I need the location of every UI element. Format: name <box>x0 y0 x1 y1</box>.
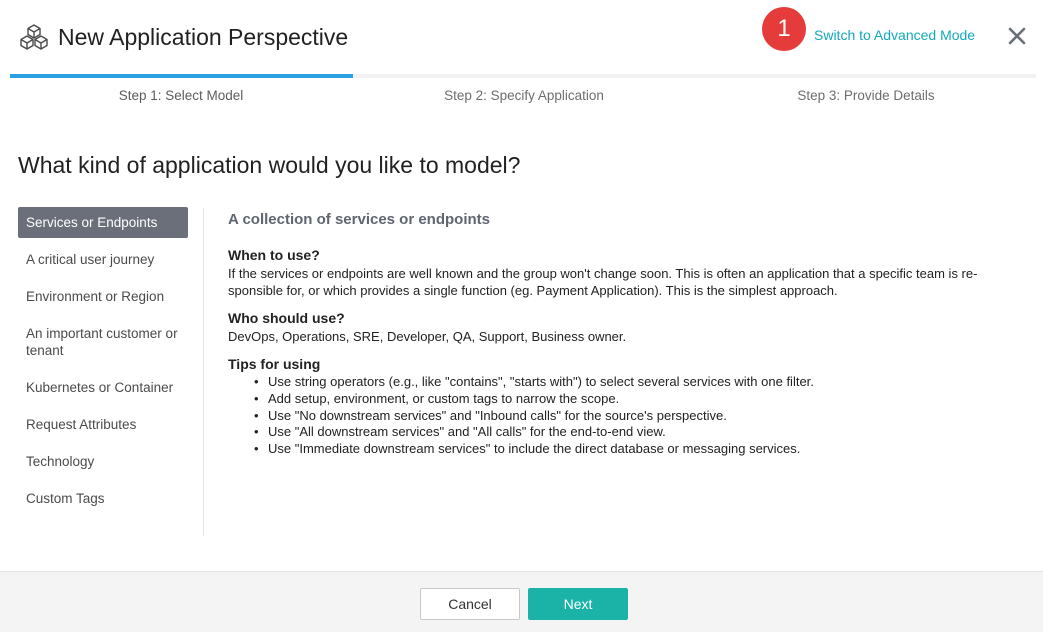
tip-item: Use "All downstream services" and "All c… <box>254 424 1028 441</box>
close-icon[interactable] <box>1005 24 1029 48</box>
wizard-progress-active <box>10 74 353 78</box>
nav-item-critical-user-journey[interactable]: A critical user journey <box>18 244 188 275</box>
nav-divider <box>203 208 204 536</box>
nav-item-custom-tags[interactable]: Custom Tags <box>18 483 188 514</box>
nav-item-technology[interactable]: Technology <box>18 446 188 477</box>
who-should-use-title: Who should use? <box>228 310 345 326</box>
when-to-use-title: When to use? <box>228 247 320 263</box>
next-button[interactable]: Next <box>528 588 628 620</box>
nav-item-environment-or-region[interactable]: Environment or Region <box>18 281 188 312</box>
tips-title: Tips for using <box>228 356 321 372</box>
nav-item-services-or-endpoints[interactable]: Services or Endpoints <box>18 207 188 238</box>
switch-advanced-mode-link[interactable]: Switch to Advanced Mode <box>814 26 975 44</box>
model-type-nav: Services or Endpoints A critical user jo… <box>18 207 188 520</box>
application-cubes-icon <box>20 24 48 50</box>
dialog-footer: Cancel Next <box>0 571 1043 632</box>
tip-item: Use string operators (e.g., like "contai… <box>254 374 1028 391</box>
step-2-label: Step 2: Specify Application <box>444 88 604 103</box>
description-heading: A collection of services or endpoints <box>228 211 491 228</box>
tip-item: Add setup, environment, or custom tags t… <box>254 391 1028 408</box>
step-number-badge: 1 <box>762 7 806 51</box>
when-to-use-text: If the services or endpoints are well kn… <box>228 266 978 298</box>
step-1-label: Step 1: Select Model <box>118 88 244 103</box>
nav-item-request-attributes[interactable]: Request Attributes <box>18 409 188 440</box>
who-should-use-text: DevOps, Operations, SRE, Developer, QA, … <box>228 329 627 344</box>
nav-item-important-customer[interactable]: An important customer or tenant <box>18 318 188 366</box>
step-3-label: Step 3: Provide Details <box>797 88 935 103</box>
tip-item: Use "Immediate downstream services" to i… <box>254 441 1028 458</box>
cancel-button[interactable]: Cancel <box>420 588 520 620</box>
dialog-header: New Application Perspective 1 Switch to … <box>0 0 1043 74</box>
tips-list: Use string operators (e.g., like "contai… <box>228 374 1028 458</box>
dialog-title: New Application Perspective <box>58 24 349 50</box>
tip-item: Use "No downstream services" and "Inboun… <box>254 408 1028 425</box>
nav-item-kubernetes-or-container[interactable]: Kubernetes or Container <box>18 372 188 403</box>
page-question: What kind of application would you like … <box>18 152 521 178</box>
model-description: A collection of services or endpoints Wh… <box>228 210 1028 458</box>
